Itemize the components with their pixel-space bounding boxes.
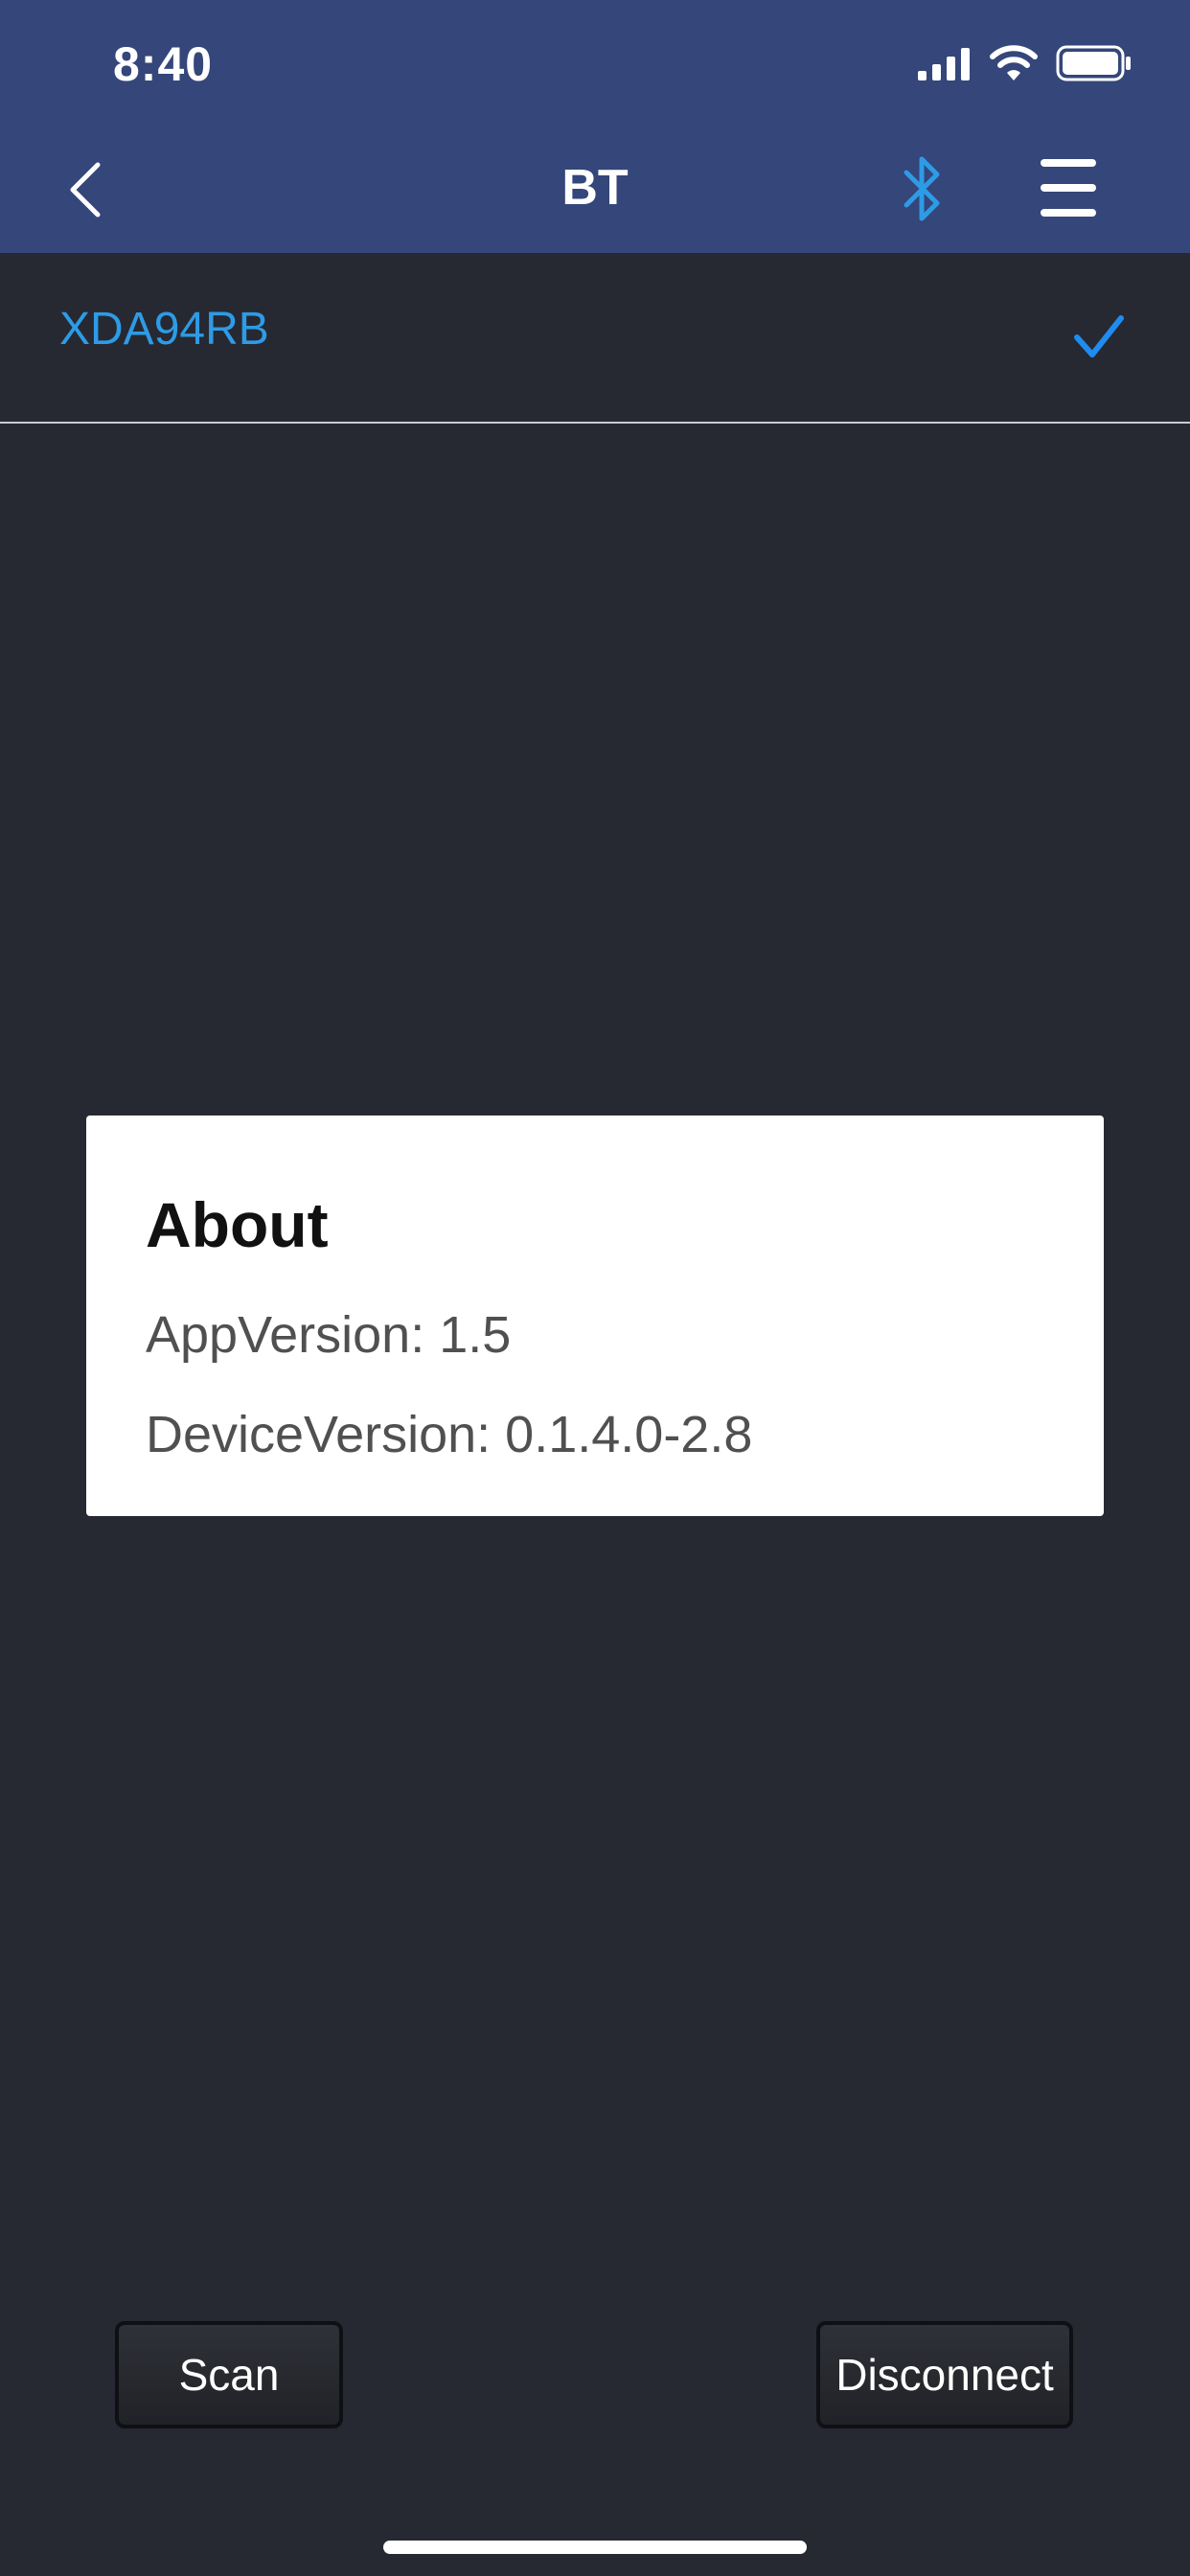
about-dialog: About AppVersion: 1.5 DeviceVersion: 0.1… bbox=[86, 1116, 1104, 1516]
header-bar: 8:40 BT bbox=[0, 0, 1190, 253]
disconnect-button[interactable]: Disconnect bbox=[816, 2321, 1073, 2428]
checkmark-icon bbox=[1073, 312, 1125, 360]
status-time: 8:40 bbox=[113, 37, 214, 91]
wifi-icon bbox=[989, 44, 1039, 87]
status-icons bbox=[918, 42, 1133, 88]
home-indicator[interactable] bbox=[383, 2541, 807, 2554]
device-name: XDA94RB bbox=[59, 304, 269, 355]
app-version-text: AppVersion: 1.5 bbox=[146, 1306, 512, 1364]
device-list-item[interactable]: XDA94RB bbox=[0, 253, 1190, 424]
scan-button[interactable]: Scan bbox=[115, 2321, 343, 2428]
page-title: BT bbox=[561, 160, 629, 216]
hamburger-menu-icon[interactable] bbox=[1039, 155, 1098, 220]
bluetooth-icon[interactable] bbox=[901, 153, 947, 224]
about-title: About bbox=[146, 1189, 329, 1260]
cellular-signal-icon bbox=[918, 46, 972, 85]
device-version-text: DeviceVersion: 0.1.4.0-2.8 bbox=[146, 1406, 753, 1463]
battery-icon bbox=[1056, 44, 1133, 87]
